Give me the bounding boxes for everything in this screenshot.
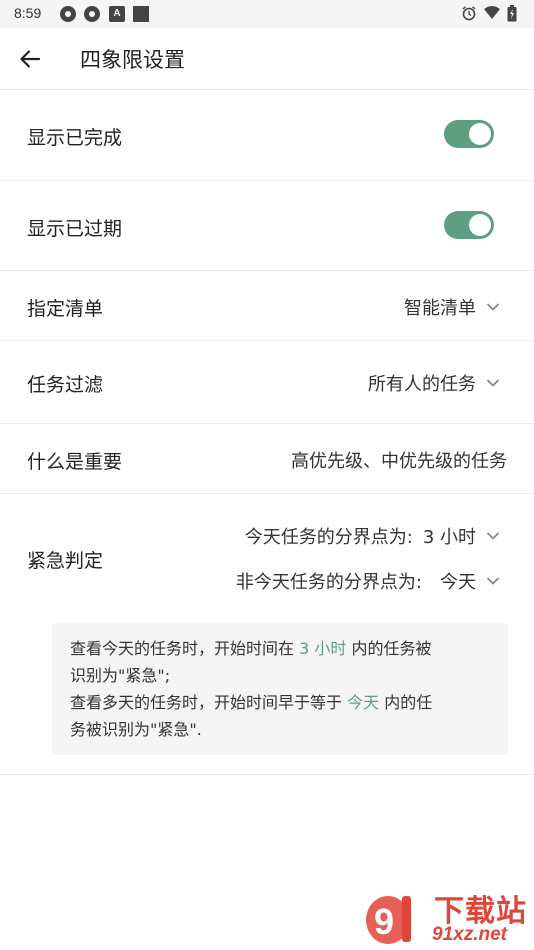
non-today-boundary-value: 今天: [440, 572, 476, 593]
show-overdue-toggle[interactable]: [444, 211, 494, 239]
assigned-list-dropdown[interactable]: 智能清单: [404, 294, 500, 320]
assigned-list-value: 智能清单: [404, 298, 476, 319]
watermark-domain: 91xz.net: [432, 924, 507, 945]
status-bar: 8:59 A: [0, 0, 534, 28]
info-line: 查看今天的任务时，开始时间在 3 小时 内的任务被: [70, 635, 490, 662]
alarm-icon: [462, 6, 476, 21]
chevron-down-icon: [486, 379, 500, 387]
chevron-down-icon: [486, 577, 500, 585]
battery-icon: [507, 5, 517, 22]
setting-row-task-filter: 任务过滤 所有人的任务: [0, 341, 534, 424]
important-label: 什么是重要: [27, 451, 123, 473]
setting-row-assigned-list: 指定清单 智能清单: [0, 271, 534, 341]
gear-icon: [84, 6, 100, 22]
non-today-boundary-label: 非今天任务的分界点为:: [235, 572, 422, 593]
today-boundary-label: 今天任务的分界点为:: [244, 527, 413, 548]
info-line: 务被识别为"紧急".: [70, 720, 202, 739]
assigned-list-label: 指定清单: [27, 298, 104, 320]
info-text: 查看多天的任务时，开始时间早于等于: [70, 693, 348, 712]
urgent-label: 紧急判定: [27, 550, 104, 572]
show-completed-label: 显示已完成: [27, 127, 123, 149]
info-text: 内的任务被: [346, 639, 432, 658]
svg-text:9: 9: [374, 901, 394, 942]
today-boundary-value: 3 小时: [422, 527, 476, 548]
today-boundary-dropdown[interactable]: 今天任务的分界点为: 3 小时: [245, 523, 500, 549]
page-title: 四象限设置: [80, 48, 185, 72]
info-text: 内的任: [379, 693, 433, 712]
non-today-boundary-dropdown[interactable]: 非今天任务的分界点为: 今天: [236, 568, 500, 594]
important-value-text: 高优先级、中优先级的任务: [291, 451, 507, 472]
square-icon: [133, 6, 149, 22]
info-highlight-today: 今天: [347, 693, 380, 712]
info-line: 查看多天的任务时，开始时间早于等于 今天 内的任: [70, 689, 490, 716]
chevron-down-icon: [486, 303, 500, 311]
arrow-left-icon: [20, 50, 41, 68]
chevron-down-icon: [486, 532, 500, 540]
app-bar: 四象限设置: [0, 28, 534, 90]
info-line: 识别为"紧急";: [70, 666, 171, 685]
back-button[interactable]: [14, 44, 46, 74]
setting-row-important: 什么是重要 高优先级、中优先级的任务: [0, 424, 534, 494]
task-filter-label: 任务过滤: [27, 374, 104, 396]
setting-row-show-completed: 显示已完成: [0, 90, 534, 181]
status-time: 8:59: [14, 5, 42, 21]
info-highlight-hours: 3 小时: [299, 639, 347, 658]
setting-row-show-overdue: 显示已过期: [0, 181, 534, 271]
a-badge-icon: A: [109, 6, 125, 22]
show-completed-toggle[interactable]: [444, 120, 494, 148]
show-overdue-label: 显示已过期: [27, 218, 123, 240]
gear-icon: [60, 6, 76, 22]
task-filter-value: 所有人的任务: [368, 374, 476, 395]
task-filter-dropdown[interactable]: 所有人的任务: [368, 370, 500, 396]
watermark: 9 下载站 91xz.net: [362, 886, 534, 950]
urgent-info-box: 查看今天的任务时，开始时间在 3 小时 内的任务被 识别为"紧急"; 查看多天的…: [52, 623, 508, 755]
important-value[interactable]: 高优先级、中优先级的任务: [291, 447, 507, 473]
info-text: 查看今天的任务时，开始时间在: [70, 639, 300, 658]
watermark-logo-icon: 9: [366, 896, 411, 944]
wifi-icon: [484, 6, 500, 19]
